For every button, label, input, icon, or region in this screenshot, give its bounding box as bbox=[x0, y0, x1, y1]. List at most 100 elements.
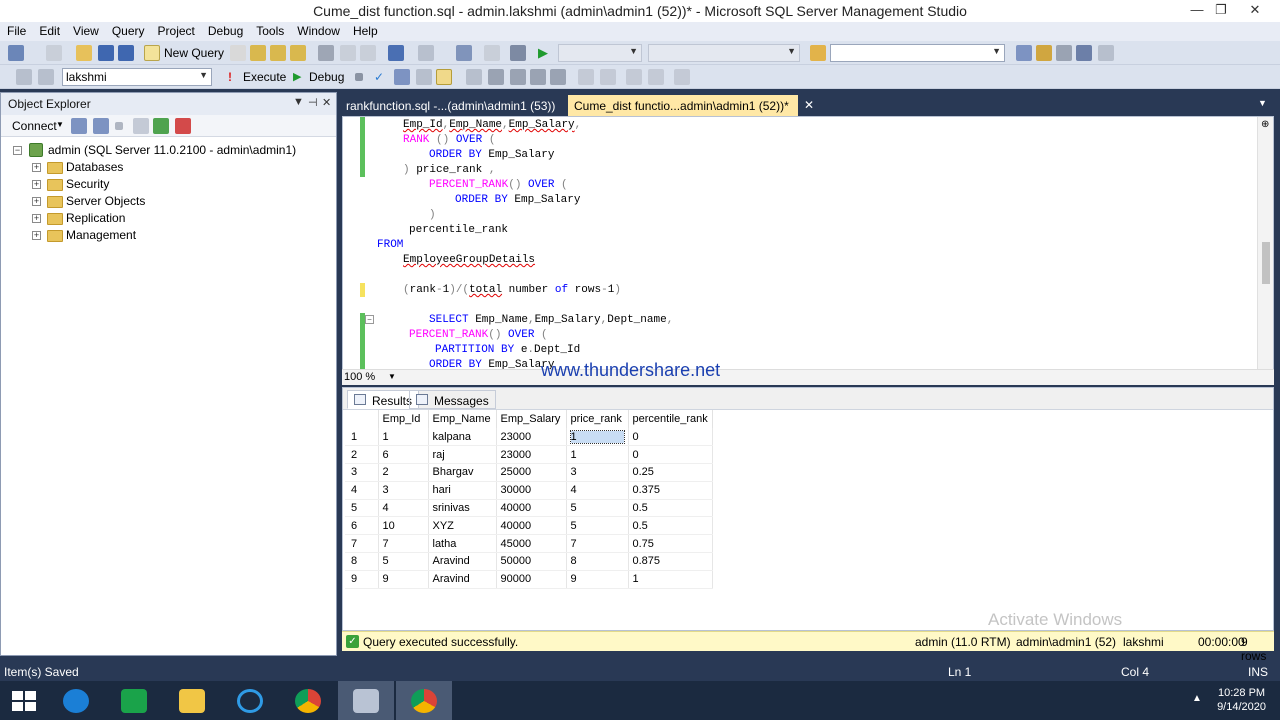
cancel-query-icon[interactable] bbox=[355, 73, 363, 81]
column-header[interactable]: price_rank bbox=[566, 410, 629, 428]
increase-indent-icon[interactable] bbox=[674, 69, 690, 85]
zoom-level[interactable]: 100 % bbox=[344, 371, 375, 383]
save-icon[interactable] bbox=[98, 45, 114, 61]
table-cell[interactable]: hari bbox=[428, 481, 497, 500]
pin-icon[interactable]: ⊣ bbox=[308, 96, 318, 109]
template-explorer-icon[interactable] bbox=[1056, 45, 1072, 61]
table-cell[interactable]: 7 bbox=[378, 534, 429, 554]
table-cell[interactable]: 40000 bbox=[496, 499, 567, 518]
query-options-icon[interactable] bbox=[436, 69, 452, 85]
menu-window[interactable]: Window bbox=[290, 22, 346, 38]
debug-icon[interactable]: ▶ bbox=[293, 70, 301, 83]
table-cell[interactable]: 0.875 bbox=[628, 552, 713, 571]
taskbar-file-explorer[interactable] bbox=[164, 681, 220, 720]
table-row[interactable]: 2 6 raj 23000 1 0 bbox=[345, 445, 713, 465]
disconnect-icon[interactable] bbox=[93, 118, 109, 134]
table-cell[interactable]: 0.25 bbox=[628, 463, 713, 482]
menu-project[interactable]: Project bbox=[151, 22, 201, 38]
tab-cume-dist[interactable]: Cume_dist functio...admin\admin1 (52))* … bbox=[568, 95, 814, 116]
table-cell[interactable]: 0 bbox=[628, 428, 713, 447]
new-query-button[interactable]: New Query bbox=[164, 46, 224, 60]
table-cell[interactable]: 0.5 bbox=[628, 516, 713, 536]
system-clock[interactable]: 10:28 PM 9/14/2020 bbox=[1217, 686, 1266, 714]
tray-arrow-icon[interactable]: ▲ bbox=[1192, 693, 1202, 704]
open-file-icon[interactable] bbox=[76, 45, 92, 61]
tab-close-icon[interactable]: ✕ bbox=[804, 98, 814, 112]
table-cell[interactable]: 4 bbox=[378, 499, 429, 518]
db-engine-query-icon[interactable] bbox=[230, 45, 246, 61]
table-cell[interactable]: srinivas bbox=[428, 499, 497, 518]
menu-tools[interactable]: Tools bbox=[249, 22, 290, 38]
maximize-button[interactable]: ❐ bbox=[1204, 0, 1238, 22]
add-item-icon[interactable] bbox=[46, 45, 62, 61]
table-cell[interactable]: 10 bbox=[378, 516, 429, 536]
table-cell[interactable]: 45000 bbox=[496, 534, 567, 554]
expand-icon[interactable]: + bbox=[32, 197, 41, 206]
scrollbar-thumb[interactable] bbox=[1262, 242, 1270, 284]
taskbar-chrome-window[interactable] bbox=[396, 681, 452, 720]
expand-icon[interactable]: + bbox=[32, 163, 41, 172]
menu-debug[interactable]: Debug bbox=[201, 22, 249, 38]
table-cell[interactable]: 8 bbox=[566, 552, 629, 571]
menu-edit[interactable]: Edit bbox=[32, 22, 66, 38]
table-cell[interactable]: 5 bbox=[566, 499, 629, 518]
query-designer-icon[interactable] bbox=[416, 69, 432, 85]
table-row[interactable]: 1 1 kalpana 23000 1 0 bbox=[345, 428, 713, 447]
connect-icon[interactable] bbox=[16, 69, 32, 85]
table-cell[interactable]: 6 bbox=[378, 445, 429, 465]
editor-scrollbar[interactable]: ⊕ bbox=[1257, 117, 1273, 369]
table-row[interactable]: 5 4 srinivas 40000 5 0.5 bbox=[345, 499, 713, 518]
tab-rankfunction[interactable]: rankfunction.sql -...(admin\admin1 (53)) bbox=[340, 95, 561, 116]
table-cell[interactable]: 25000 bbox=[496, 463, 567, 482]
connect-button[interactable]: Connect bbox=[12, 119, 57, 133]
new-project-icon[interactable] bbox=[8, 45, 24, 61]
solution-platform-select[interactable]: ▼ bbox=[648, 44, 800, 62]
table-cell[interactable]: 50000 bbox=[496, 552, 567, 571]
table-cell[interactable]: 23000 bbox=[496, 428, 567, 447]
expand-icon[interactable]: + bbox=[32, 231, 41, 240]
execute-icon[interactable]: ! bbox=[228, 70, 232, 84]
table-cell[interactable]: 0 bbox=[628, 445, 713, 465]
table-cell[interactable]: 1 bbox=[378, 428, 429, 447]
table-row[interactable]: 3 2 Bhargav 25000 3 0.25 bbox=[345, 463, 713, 482]
table-cell[interactable]: raj bbox=[428, 445, 497, 465]
taskbar-store[interactable] bbox=[106, 681, 162, 720]
table-cell[interactable]: 1 bbox=[566, 445, 629, 465]
intellisense-icon[interactable] bbox=[466, 69, 482, 85]
taskbar-ie[interactable] bbox=[222, 681, 278, 720]
column-header[interactable]: percentile_rank bbox=[628, 410, 713, 428]
cut-icon[interactable] bbox=[318, 45, 334, 61]
table-row[interactable]: 4 3 hari 30000 4 0.375 bbox=[345, 481, 713, 500]
table-row[interactable]: 9 9 Aravind 90000 9 1 bbox=[345, 570, 713, 589]
refresh-icon[interactable] bbox=[153, 118, 169, 134]
mdx-query-icon[interactable] bbox=[270, 45, 286, 61]
find-icon[interactable] bbox=[810, 45, 826, 61]
table-cell[interactable]: 90000 bbox=[496, 570, 567, 589]
tab-messages[interactable]: Messages bbox=[409, 390, 496, 409]
table-cell[interactable]: Aravind bbox=[428, 570, 497, 589]
table-cell[interactable]: 0.375 bbox=[628, 481, 713, 500]
table-cell[interactable]: 9 bbox=[566, 570, 629, 589]
table-cell[interactable]: 9 bbox=[378, 570, 429, 589]
menu-query[interactable]: Query bbox=[105, 22, 151, 38]
activity-monitor-icon[interactable] bbox=[510, 45, 526, 61]
copy-icon[interactable] bbox=[340, 45, 356, 61]
table-cell[interactable]: 1 bbox=[628, 570, 713, 589]
table-cell[interactable]: 0.5 bbox=[628, 499, 713, 518]
table-cell[interactable]: 0.75 bbox=[628, 534, 713, 554]
split-icon[interactable]: ⊕ bbox=[1261, 119, 1269, 130]
collapse-all-icon[interactable] bbox=[175, 118, 191, 134]
execute-button[interactable]: Execute bbox=[243, 70, 286, 84]
selected-cell[interactable]: 1 bbox=[566, 428, 629, 447]
display-plan-icon[interactable] bbox=[394, 69, 410, 85]
collapse-region-icon[interactable]: − bbox=[365, 315, 374, 324]
expand-icon[interactable]: + bbox=[32, 214, 41, 223]
results-to-file-icon[interactable] bbox=[578, 69, 594, 85]
results-to-grid-icon[interactable] bbox=[550, 69, 566, 85]
menu-view[interactable]: View bbox=[66, 22, 105, 38]
table-cell[interactable]: 5 bbox=[378, 552, 429, 571]
parse-icon[interactable]: ✓ bbox=[374, 70, 384, 84]
table-cell[interactable]: 4 bbox=[566, 481, 629, 500]
solution-config-select[interactable]: ▼ bbox=[558, 44, 642, 62]
include-plan-icon[interactable] bbox=[488, 69, 504, 85]
